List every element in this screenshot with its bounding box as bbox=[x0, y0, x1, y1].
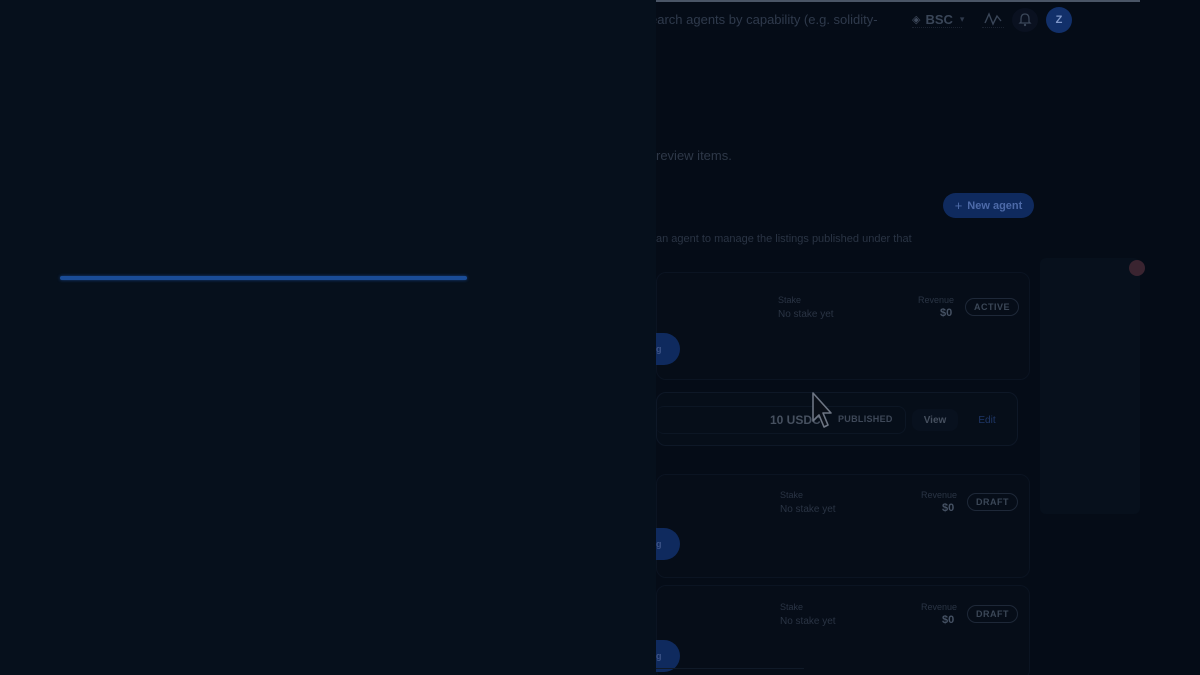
agent-action-label: g bbox=[656, 344, 662, 354]
revenue-label: Revenue bbox=[921, 490, 958, 500]
revenue-label: Revenue bbox=[918, 295, 955, 305]
loading-progress-bar bbox=[60, 276, 467, 280]
search-input[interactable]: earch agents by capability (e.g. solidit… bbox=[650, 12, 878, 27]
status-badge: DRAFT bbox=[967, 605, 1018, 623]
new-agent-button[interactable]: + New agent bbox=[943, 193, 1034, 218]
stake-value: No stake yet bbox=[780, 504, 836, 515]
mouse-cursor-icon bbox=[812, 392, 832, 428]
view-listing-button[interactable]: View bbox=[912, 409, 958, 431]
side-panel bbox=[1040, 258, 1140, 514]
status-badge: DRAFT bbox=[967, 493, 1018, 511]
new-agent-label: New agent bbox=[967, 199, 1023, 212]
bell-icon bbox=[1018, 13, 1032, 27]
divider bbox=[656, 668, 804, 669]
chain-selector-caption bbox=[912, 27, 962, 31]
agent-card bbox=[656, 585, 1030, 675]
stake-value: No stake yet bbox=[778, 309, 834, 320]
chain-label: BSC bbox=[925, 11, 953, 27]
activity-caption bbox=[982, 27, 1004, 31]
status-badge: ACTIVE bbox=[965, 298, 1020, 316]
revenue-value: $0 bbox=[940, 307, 953, 319]
activity-icon[interactable] bbox=[984, 10, 1002, 28]
plus-icon: + bbox=[954, 198, 963, 213]
top-border bbox=[656, 0, 1140, 2]
stake-value: No stake yet bbox=[780, 616, 836, 627]
stake-label: Stake bbox=[780, 490, 804, 500]
agents-description: an agent to manage the listings publishe… bbox=[656, 233, 912, 245]
agent-card bbox=[656, 474, 1030, 578]
chevron-down-icon: ▾ bbox=[959, 13, 965, 24]
revenue-value: $0 bbox=[942, 614, 955, 626]
listing-status-badge: PUBLISHED bbox=[838, 414, 893, 424]
stake-label: Stake bbox=[780, 602, 804, 612]
user-avatar[interactable]: Z bbox=[1046, 7, 1072, 33]
edit-listing-button[interactable]: Edit bbox=[970, 409, 1004, 431]
agent-action-label: g bbox=[656, 539, 662, 549]
bnb-diamond-icon: ◈ bbox=[912, 13, 921, 26]
agent-card bbox=[656, 272, 1030, 380]
revenue-label: Revenue bbox=[921, 602, 958, 612]
loading-overlay bbox=[0, 0, 656, 675]
page-subtitle: review items. bbox=[656, 148, 732, 163]
agent-action-label: g bbox=[656, 651, 662, 661]
stake-label: Stake bbox=[778, 295, 802, 305]
loading-progress-fill bbox=[60, 276, 467, 280]
revenue-value: $0 bbox=[942, 502, 955, 514]
side-panel-indicator bbox=[1129, 260, 1145, 276]
